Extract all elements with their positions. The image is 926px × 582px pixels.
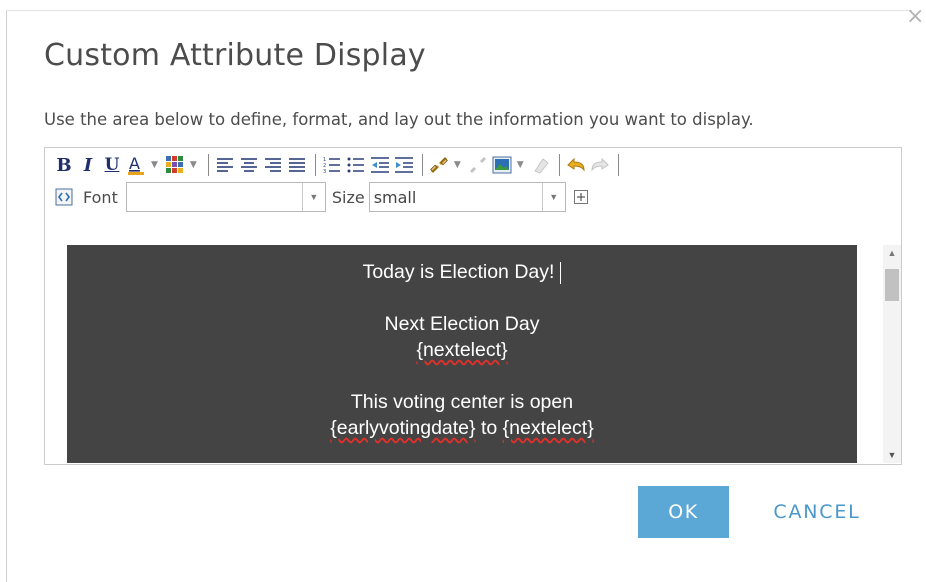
text-cursor [560, 261, 562, 284]
rich-text-editor: B I U A ▼ ▼ 1 2 3 ▼ ▼ Font ▼ Size small … [44, 147, 902, 465]
undo-icon [566, 157, 585, 172]
link-button[interactable] [428, 153, 450, 177]
svg-text:A: A [129, 154, 140, 173]
eraser-button[interactable] [530, 153, 552, 177]
italic-button[interactable]: I [77, 153, 99, 177]
link-dropdown[interactable]: ▼ [454, 160, 461, 170]
align-right-icon [264, 158, 281, 172]
scrollbar-thumb[interactable] [885, 269, 899, 301]
html-source-icon [55, 188, 73, 206]
editor-content-area[interactable]: Today is Election Day! Next Election Day… [67, 245, 857, 463]
indent-button[interactable] [393, 153, 415, 177]
bold-button[interactable]: B [53, 153, 75, 177]
toolbar-separator [207, 154, 209, 176]
content-line: Next Election Day [384, 313, 540, 335]
close-icon[interactable]: × [906, 6, 924, 28]
unlink-button[interactable] [467, 153, 489, 177]
dialog-title: Custom Attribute Display [44, 38, 426, 73]
size-label: Size [331, 187, 365, 207]
background-color-icon [165, 156, 183, 173]
insert-image-dropdown[interactable]: ▼ [517, 160, 524, 170]
field-token: {nextelect} [502, 417, 594, 439]
field-token: {nextelect} [416, 339, 508, 361]
bullet-list-icon [347, 157, 364, 173]
dialog-border [6, 10, 7, 582]
align-left-icon [216, 158, 233, 172]
font-color-icon: A [128, 154, 144, 175]
dialog-border-top [6, 10, 912, 11]
cancel-button[interactable]: CANCEL [752, 486, 882, 538]
size-select-value: small [373, 188, 417, 207]
ok-button[interactable]: OK [638, 486, 729, 538]
background-color-dropdown[interactable]: ▼ [190, 160, 197, 170]
bold-icon: B [56, 154, 72, 176]
svg-text:3: 3 [323, 169, 326, 174]
content-text: Today is Election Day! [362, 261, 555, 283]
outdent-button[interactable] [369, 153, 391, 177]
align-center-icon [240, 158, 257, 172]
expand-icon [573, 190, 588, 204]
align-center-button[interactable] [238, 153, 260, 177]
underline-icon: U [104, 155, 120, 175]
content-text: to [475, 417, 503, 439]
font-color-button[interactable]: A [125, 153, 147, 177]
undo-button[interactable] [565, 153, 587, 177]
font-select[interactable]: ▼ [125, 182, 326, 212]
font-color-dropdown[interactable]: ▼ [151, 160, 158, 170]
html-source-button[interactable] [53, 185, 75, 209]
insert-image-button[interactable] [491, 153, 513, 177]
content-line: This voting center is open [350, 391, 574, 413]
insert-image-icon [492, 156, 512, 174]
toolbar-separator [421, 154, 423, 176]
content-line: {earlyvotingdate} to {nextelect} [67, 415, 857, 441]
editor-toolbar-row-1: B I U A ▼ ▼ 1 2 3 ▼ ▼ [45, 150, 901, 180]
content-line: Today is Election Day! [67, 259, 857, 285]
numbered-list-icon: 123 [323, 157, 340, 174]
font-label: Font [83, 187, 118, 207]
numbered-list-button[interactable]: 123 [321, 153, 343, 177]
bullet-list-button[interactable] [345, 153, 367, 177]
eraser-icon [533, 158, 549, 174]
italic-icon: I [83, 154, 93, 176]
align-left-button[interactable] [214, 153, 236, 177]
link-icon [429, 156, 448, 174]
chevron-down-icon: ▼ [301, 183, 325, 211]
underline-button[interactable]: U [101, 153, 123, 177]
custom-attribute-dialog: × Custom Attribute Display Use the area … [0, 0, 926, 582]
field-token: {earlyvotingdate} [330, 417, 476, 439]
background-color-button[interactable] [164, 153, 186, 177]
redo-icon [591, 157, 609, 172]
toolbar-separator [558, 154, 560, 176]
size-select[interactable]: small ▼ [368, 182, 566, 212]
redo-button[interactable] [589, 153, 611, 177]
align-right-button[interactable] [262, 153, 284, 177]
justify-icon [288, 158, 305, 172]
scroll-down-icon[interactable]: ▼ [883, 447, 901, 463]
scroll-up-icon[interactable]: ▲ [883, 245, 901, 261]
content-line: {nextelect} [67, 337, 857, 363]
editor-toolbar-row-2: Font ▼ Size small ▼ [45, 182, 901, 212]
vertical-scrollbar[interactable]: ▲ ▼ [883, 245, 901, 463]
toolbar-separator [314, 154, 316, 176]
unlink-icon [469, 156, 486, 174]
chevron-down-icon: ▼ [541, 183, 565, 211]
toolbar-separator [617, 154, 619, 176]
dialog-description: Use the area below to define, format, an… [44, 110, 754, 129]
outdent-icon [370, 157, 389, 173]
expand-button[interactable] [570, 185, 592, 209]
indent-icon [394, 157, 413, 173]
justify-button[interactable] [286, 153, 308, 177]
